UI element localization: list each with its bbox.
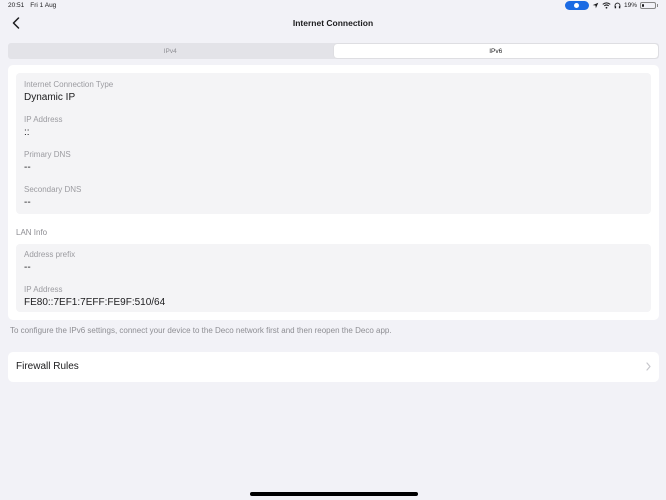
lan-ip-address-field: IP Address FE80::7EF1:7EFF:FE9F:510/64: [24, 285, 165, 309]
battery-fill: [642, 4, 644, 7]
secondary-dns-value: --: [24, 197, 31, 208]
connection-type-value: Dynamic IP: [24, 92, 76, 103]
battery-percentage: 19%: [623, 2, 637, 9]
lan-info-heading: LAN Info: [16, 228, 48, 237]
status-bar: 20:51 Fri 1 Aug 19%: [0, 0, 666, 12]
connection-card: Internet Connection Type Dynamic IP IP A…: [16, 73, 651, 214]
home-indicator[interactable]: [250, 492, 418, 496]
battery-icon: [640, 2, 656, 9]
battery-tip: [657, 4, 658, 7]
status-left: 20:51 Fri 1 Aug: [8, 2, 56, 9]
connection-type-label: Internet Connection Type: [24, 80, 114, 89]
page-title: Internet Connection: [292, 18, 374, 28]
ipv6-settings-hint: To configure the IPv6 settings, connect …: [10, 326, 392, 335]
status-time: 20:51: [8, 2, 25, 9]
tab-ipv4[interactable]: IPv4: [8, 43, 333, 59]
firewall-rules-row[interactable]: Firewall Rules: [8, 352, 659, 382]
lan-ip-address-label: IP Address: [24, 285, 63, 294]
firewall-rules-label: Firewall Rules: [16, 361, 79, 372]
ip-address-value: ::: [24, 127, 30, 138]
ip-address-field: IP Address ::: [24, 115, 63, 139]
tab-ipv6[interactable]: IPv6: [333, 44, 658, 58]
chevron-right-icon: [646, 362, 651, 371]
ip-version-tabs: IPv4 IPv6: [8, 43, 659, 59]
connection-section: Internet Connection Type Dynamic IP IP A…: [8, 65, 659, 320]
ip-address-label: IP Address: [24, 115, 63, 124]
connection-type-field: Internet Connection Type Dynamic IP: [24, 80, 113, 104]
secondary-dns-label: Secondary DNS: [24, 185, 82, 194]
screen: 20:51 Fri 1 Aug 19% Internet Connection …: [0, 0, 666, 500]
address-prefix-value: --: [24, 262, 31, 273]
focus-icon: [564, 1, 589, 10]
status-date: Fri 1 Aug: [30, 2, 57, 9]
primary-dns-label: Primary DNS: [24, 150, 71, 159]
address-prefix-field: Address prefix --: [24, 250, 75, 274]
location-icon: [592, 2, 599, 9]
address-prefix-label: Address prefix: [24, 250, 76, 259]
lan-info-card: Address prefix -- IP Address FE80::7EF1:…: [16, 244, 651, 312]
secondary-dns-field: Secondary DNS --: [24, 185, 81, 209]
headphones-icon: [614, 2, 621, 9]
lan-ip-address-value: FE80::7EF1:7EFF:FE9F:510/64: [24, 297, 166, 308]
navigation-bar: Internet Connection: [0, 12, 666, 36]
status-right: 19%: [564, 1, 658, 10]
wifi-icon: [602, 2, 611, 9]
primary-dns-field: Primary DNS --: [24, 150, 71, 174]
primary-dns-value: --: [24, 162, 31, 173]
